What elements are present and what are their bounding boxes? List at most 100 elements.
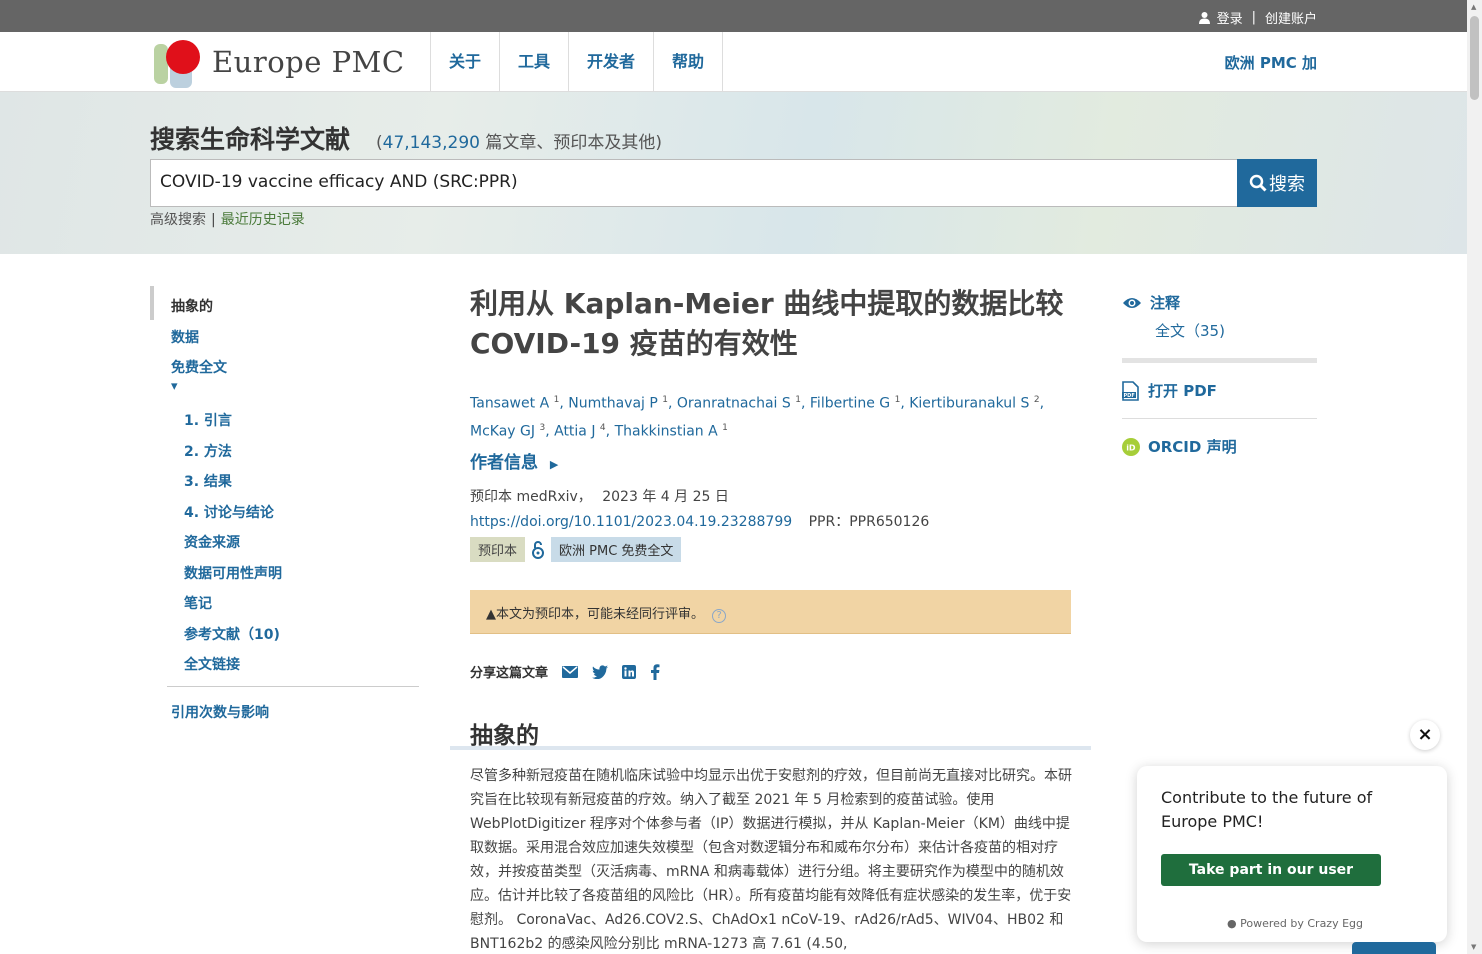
- scroll-down-icon[interactable]: ▼: [1471, 943, 1476, 951]
- sidenav-item-results[interactable]: 3. 结果: [184, 471, 232, 491]
- author-link[interactable]: Tansawet A: [470, 396, 549, 412]
- article-count-number: 47,143,290: [382, 133, 480, 153]
- sidenav-divider: [167, 686, 419, 687]
- annotations-label: 注释: [1150, 294, 1181, 312]
- svg-text:PDF: PDF: [1124, 393, 1135, 399]
- nav-help[interactable]: 帮助: [654, 32, 724, 92]
- orcid-label: ORCID 声明: [1148, 438, 1237, 456]
- close-survey-button[interactable]: ×: [1410, 720, 1440, 750]
- scroll-up-icon[interactable]: ▲: [1471, 3, 1476, 11]
- sidenav-citations[interactable]: 引用次数与影响: [171, 702, 269, 722]
- europe-pmc-logo[interactable]: Europe PMC: [150, 36, 405, 88]
- nav-tools[interactable]: 工具: [500, 32, 570, 92]
- nav-developers[interactable]: 开发者: [569, 32, 655, 92]
- account-separator: |: [1251, 10, 1256, 25]
- annotations-link[interactable]: 注释: [1122, 292, 1180, 313]
- linkedin-icon[interactable]: [622, 664, 637, 679]
- right-divider: [1122, 358, 1317, 363]
- sidenav-item-funding[interactable]: 资金来源: [184, 532, 240, 552]
- create-account-link[interactable]: 创建账户: [1265, 8, 1317, 27]
- active-indicator: [150, 286, 154, 320]
- preprint-notice: ▲本文为预印本，可能未经同行评审。 ?: [470, 590, 1071, 634]
- sidenav-free-fulltext[interactable]: 免费全文: [171, 357, 227, 377]
- article-tags: 预印本 欧洲 PMC 免费全文: [470, 537, 682, 562]
- europe-pmc-plus-link[interactable]: 欧洲 PMC 加: [1225, 52, 1317, 73]
- author-link[interactable]: Oranratnachai S: [677, 396, 791, 412]
- recent-history-link[interactable]: 最近历史记录: [221, 212, 305, 228]
- nav-about[interactable]: 关于: [431, 32, 501, 92]
- sidenav-item-data-availability[interactable]: 数据可用性声明: [184, 563, 282, 583]
- author-link[interactable]: Filbertine G: [810, 396, 890, 412]
- account-links: 登录 | 创建账户: [1198, 8, 1317, 27]
- article-title: 利用从 Kaplan-Meier 曲线中提取的数据比较 COVID-19 疫苗的…: [470, 287, 1064, 360]
- open-pdf-label: 打开 PDF: [1148, 382, 1217, 400]
- author-link[interactable]: Numthavaj P: [568, 396, 658, 412]
- author-link[interactable]: Kiertiburanakul S: [909, 396, 1029, 412]
- advanced-search-link[interactable]: 高级搜索: [150, 212, 206, 228]
- sidenav-item-introduction[interactable]: 1. 引言: [184, 410, 232, 430]
- user-icon: [1198, 12, 1210, 24]
- twitter-icon[interactable]: [592, 664, 609, 679]
- sidenav-item-notes[interactable]: 笔记: [184, 593, 212, 613]
- sidenav-item-methods[interactable]: 2. 方法: [184, 441, 232, 461]
- sidenav-item-references[interactable]: 参考文献（10): [184, 624, 280, 644]
- notice-text: 本文为预印本，可能未经同行评审。: [496, 607, 705, 622]
- share-label: 分享这篇文章: [470, 666, 549, 681]
- author-link[interactable]: Thakkinstian A: [615, 423, 718, 439]
- author-info-label: 作者信息: [470, 453, 538, 473]
- main-nav: 关于 工具 开发者 帮助: [430, 32, 724, 92]
- article-main: 利用从 Kaplan-Meier 曲线中提取的数据比较 COVID-19 疫苗的…: [450, 284, 1091, 952]
- site-header: Europe PMC 关于 工具 开发者 帮助 欧洲 PMC 加: [0, 32, 1467, 92]
- search-banner: 搜索生命科学文献 (47,143,290 篇文章、预印本及其他) COVID-1…: [0, 92, 1467, 254]
- facebook-icon[interactable]: [650, 663, 660, 680]
- annotations-fulltext-count[interactable]: 全文（35): [1155, 320, 1225, 341]
- free-fulltext-badge: 欧洲 PMC 免费全文: [551, 537, 682, 562]
- logo-text: Europe PMC: [212, 45, 405, 79]
- publication-meta: 预印本 medRxiv， 2023 年 4 月 25 日: [470, 486, 729, 506]
- orcid-claim-link[interactable]: iD ORCID 声明: [1122, 436, 1237, 457]
- logo-mark-icon: [150, 36, 202, 88]
- survey-message: Contribute to the future of Europe PMC!: [1161, 788, 1373, 831]
- help-icon[interactable]: ?: [712, 609, 727, 623]
- author-list: Tansawet A 1, Numthavaj P 1, Oranratnach…: [470, 395, 1045, 440]
- sidenav-item-discussion[interactable]: 4. 讨论与结论: [184, 502, 274, 522]
- page-scrollbar[interactable]: ▲ ▼: [1467, 0, 1482, 954]
- email-icon[interactable]: [562, 665, 579, 678]
- ppr-id: PPR：PPR650126: [808, 514, 930, 530]
- search-button-label: 搜索: [1269, 174, 1305, 195]
- top-bar: 登录 | 创建账户: [0, 0, 1467, 32]
- preprint-badge: 预印本: [470, 537, 526, 562]
- author-link[interactable]: McKay GJ: [470, 423, 535, 439]
- sidenav-abstract[interactable]: 抽象的: [171, 296, 213, 316]
- author-link[interactable]: Attia J: [554, 423, 595, 439]
- search-links: 高级搜索 | 最近历史记录: [150, 212, 305, 228]
- right-divider-2: [1122, 418, 1317, 419]
- scrollbar-thumb[interactable]: [1470, 16, 1479, 100]
- powered-by-crazy-egg[interactable]: ● Powered by Crazy Egg: [1227, 917, 1363, 930]
- author-info-toggle[interactable]: 作者信息 ▶: [470, 448, 558, 473]
- search-icon: [1249, 174, 1267, 192]
- doi-link[interactable]: https://doi.org/10.1101/2023.04.19.23288…: [470, 514, 792, 530]
- login-link[interactable]: 登录: [1217, 8, 1243, 27]
- feedback-tab[interactable]: [1352, 942, 1436, 954]
- search-input[interactable]: COVID-19 vaccine efficacy AND (SRC:PPR): [150, 159, 1238, 207]
- survey-button[interactable]: Take part in our user survey: [1161, 854, 1381, 910]
- chevron-down-icon[interactable]: ▾: [171, 379, 178, 394]
- source-journal: 预印本 medRxiv，: [470, 489, 592, 505]
- search-heading: 搜索生命科学文献: [150, 125, 351, 154]
- abstract-text: 尽管多种新冠疫苗在随机临床试验中均显示出优于安慰剂的疗效，但目前尚无直接对比研究…: [470, 768, 1072, 952]
- warning-icon: ▲: [486, 607, 496, 622]
- open-access-icon: [532, 540, 545, 559]
- crazy-egg-icon: ●: [1227, 917, 1237, 930]
- open-pdf-link[interactable]: PDF 打开 PDF: [1122, 380, 1217, 401]
- abstract-heading: 抽象的: [450, 716, 1091, 750]
- article-count: (47,143,290 篇文章、预印本及其他): [376, 133, 663, 153]
- sidenav-data[interactable]: 数据: [171, 327, 199, 347]
- share-bar: 分享这篇文章: [470, 662, 660, 681]
- svg-text:iD: iD: [1126, 443, 1136, 452]
- sidenav-item-fulltext-links[interactable]: 全文链接: [184, 654, 240, 674]
- orcid-icon: iD: [1122, 437, 1140, 456]
- search-button[interactable]: 搜索: [1237, 159, 1317, 207]
- survey-popup: Contribute to the future of Europe PMC! …: [1137, 766, 1447, 942]
- identifiers: https://doi.org/10.1101/2023.04.19.23288…: [470, 511, 929, 531]
